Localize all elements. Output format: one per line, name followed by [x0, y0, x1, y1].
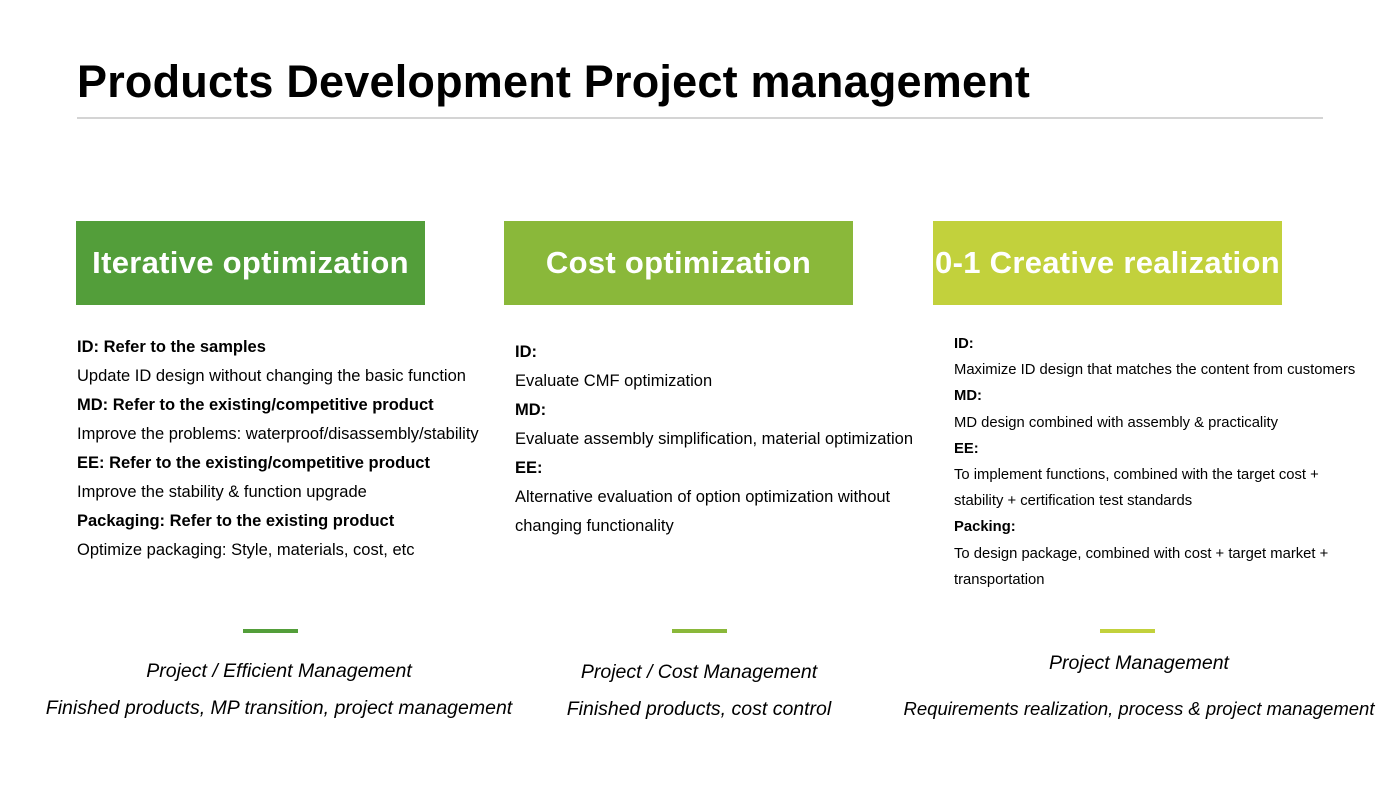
- detail-line: stability + certification test standards: [954, 493, 1193, 510]
- footer-creative-management: Project Management: [1049, 652, 1229, 674]
- detail-line: ID:: [954, 336, 974, 352]
- detail-line: Update ID design without changing the ba…: [77, 367, 466, 385]
- detail-line: Packing:: [954, 519, 1016, 536]
- footer-creative-scope: Requirements realization, process & proj…: [903, 698, 1375, 719]
- accent-bar-cost: [672, 629, 727, 633]
- detail-line: Packaging: Refer to the existing product: [77, 512, 395, 530]
- iterative-optimization-details: ID: Refer to the samples Update ID desig…: [77, 333, 479, 565]
- footer-iterative-scope: Finished products, MP transition, projec…: [45, 697, 513, 719]
- detail-line: EE: Refer to the existing/competitive pr…: [77, 454, 430, 472]
- detail-line: MD: Refer to the existing/competitive pr…: [77, 396, 434, 414]
- detail-line: MD design combined with assembly & pract…: [954, 414, 1279, 431]
- detail-line: EE:: [515, 459, 543, 477]
- creative-realization-details: ID: Maximize ID design that matches the …: [954, 331, 1355, 593]
- detail-line: Improve the stability & function upgrade: [77, 483, 367, 501]
- detail-line: Optimize packaging: Style, materials, co…: [77, 541, 415, 559]
- detail-line: Evaluate CMF optimization: [515, 372, 713, 390]
- footer-cost-scope: Finished products, cost control: [566, 698, 832, 720]
- header-cost-optimization: Cost optimization: [504, 221, 853, 305]
- cost-optimization-details: ID: Evaluate CMF optimization MD: Evalua…: [515, 338, 913, 541]
- detail-line: To design package, combined with cost + …: [954, 545, 1329, 562]
- detail-line: Alternative evaluation of option optimiz…: [515, 488, 891, 506]
- detail-line: To implement functions, combined with th…: [954, 466, 1319, 483]
- detail-line: EE:: [954, 440, 979, 457]
- header-creative-realization: 0-1 Creative realization: [933, 221, 1282, 305]
- accent-bar-iterative: [243, 629, 298, 633]
- footer-iterative-management: Project / Efficient Management: [146, 660, 412, 682]
- detail-line: Evaluate assembly simplification, materi…: [515, 430, 913, 448]
- detail-line: ID:: [515, 343, 537, 361]
- detail-line: changing functionality: [515, 517, 674, 535]
- title-divider: [77, 117, 1323, 119]
- detail-line: transportation: [954, 571, 1045, 588]
- header-iterative-optimization: Iterative optimization: [76, 221, 425, 305]
- page-title: Products Development Project management: [77, 56, 1031, 107]
- detail-line: MD:: [515, 401, 547, 419]
- detail-line: Improve the problems: waterproof/disasse…: [77, 425, 479, 443]
- accent-bar-creative: [1100, 629, 1155, 633]
- footer-cost-management: Project / Cost Management: [580, 661, 818, 683]
- detail-line: ID: Refer to the samples: [77, 338, 266, 356]
- detail-line: Maximize ID design that matches the cont…: [954, 362, 1356, 379]
- detail-line: MD:: [954, 388, 982, 405]
